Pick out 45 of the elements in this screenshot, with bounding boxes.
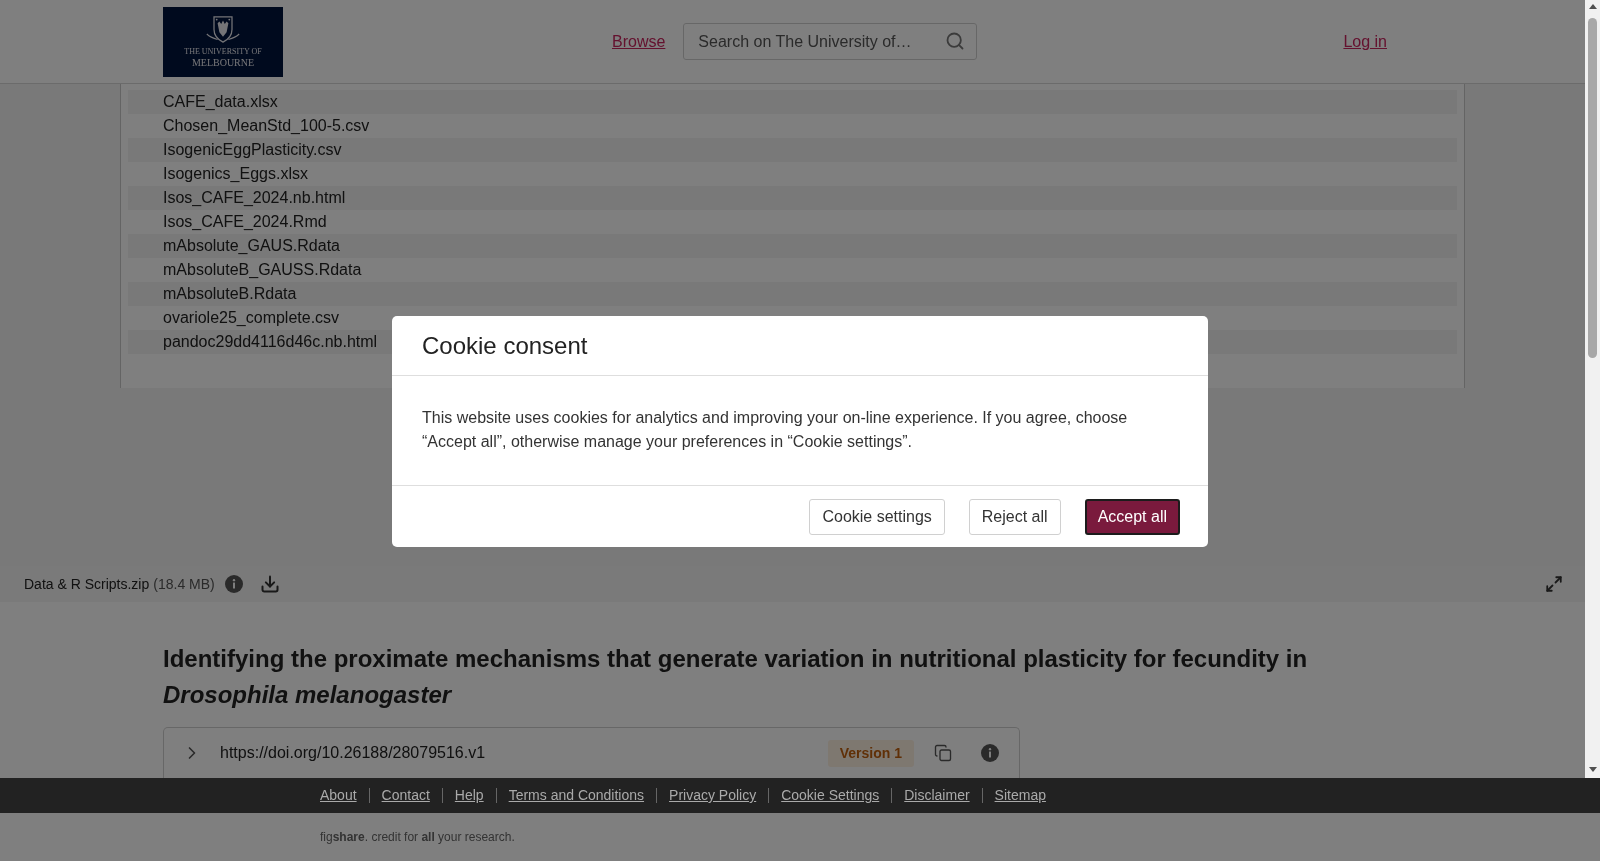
up-arrow-icon[interactable] [1588, 4, 1597, 9]
dialog-button[interactable]: Cookie settings [809, 498, 945, 535]
info-icon[interactable] [981, 744, 999, 762]
footer-tagline: figshare. credit for all your research. [320, 829, 515, 846]
file-name[interactable]: Isos_CAFE_2024.Rmd [163, 212, 327, 232]
search-field[interactable]: Search on The University of… [683, 23, 978, 60]
dialog-title: Cookie consent [422, 330, 588, 361]
footer-link[interactable]: About [320, 785, 357, 806]
fullscreen-icon[interactable] [1545, 575, 1563, 593]
footer-link[interactable]: Help [454, 785, 484, 806]
dialog-message: This website uses cookies for analytics and improving your on-line experience. If you agree, choose “Accept all”, otherwise manage your preferences in “Cookie settings”. [422, 408, 1129, 452]
file-name[interactable]: ovariole25_complete.csv [163, 308, 340, 328]
browse-link[interactable]: Browse [612, 29, 666, 54]
login-link[interactable]: Log in [1343, 29, 1387, 54]
copy-icon[interactable] [934, 744, 952, 762]
search-icon[interactable] [945, 31, 966, 51]
file-name[interactable]: pandoc29dd4116d46c.nb.html [163, 332, 378, 352]
file-name: Data & R Scripts.zip [24, 574, 150, 594]
footer-link[interactable]: Sitemap [994, 785, 1046, 806]
file-name[interactable]: Isogenics_Eggs.xlsx [163, 164, 308, 184]
university-logo[interactable]: THE UNIVERSITY OF MELBOURNE [163, 6, 283, 77]
file-name[interactable]: IsogenicEggPlasticity.csv [163, 140, 342, 160]
down-arrow-icon[interactable] [1588, 767, 1597, 772]
crest-icon [205, 14, 241, 45]
dialog-button[interactable]: Accept all [1084, 498, 1180, 535]
file-name[interactable]: mAbsolute_GAUS.Rdata [163, 236, 340, 256]
footer-link[interactable]: Privacy Policy [669, 785, 757, 806]
file-name[interactable]: Isos_CAFE_2024.nb.html [163, 188, 346, 208]
scrollbar-thumb[interactable] [1588, 18, 1597, 358]
footer-link[interactable]: Cookie Settings [781, 785, 880, 806]
file-name[interactable]: mAbsoluteB_GAUSS.Rdata [163, 260, 362, 280]
info-icon[interactable] [224, 575, 243, 593]
file-size: (18.4 MB) [153, 574, 215, 594]
version-badge: Version 1 [827, 739, 914, 767]
file-name[interactable]: Chosen_MeanStd_100-5.csv [163, 116, 370, 136]
footer-link[interactable]: Disclaimer [904, 785, 970, 806]
doi-link[interactable]: https://doi.org/10.26188/28079516.v1 [220, 741, 486, 765]
file-name[interactable]: mAbsoluteB.Rdata [163, 284, 297, 304]
file-name[interactable]: CAFE_data.xlsx [163, 92, 278, 112]
footer-link[interactable]: Terms and Conditions [508, 785, 645, 806]
download-icon[interactable] [259, 574, 280, 594]
dialog-button[interactable]: Reject all [968, 498, 1061, 535]
item-title: Identifying the proximate mechanisms that generate variation in nutritional plasticity for fecundity in Drosophila melanogaster [163, 644, 1309, 710]
scrollbar[interactable] [1585, 0, 1600, 778]
footer-link[interactable]: Contact [381, 785, 430, 806]
